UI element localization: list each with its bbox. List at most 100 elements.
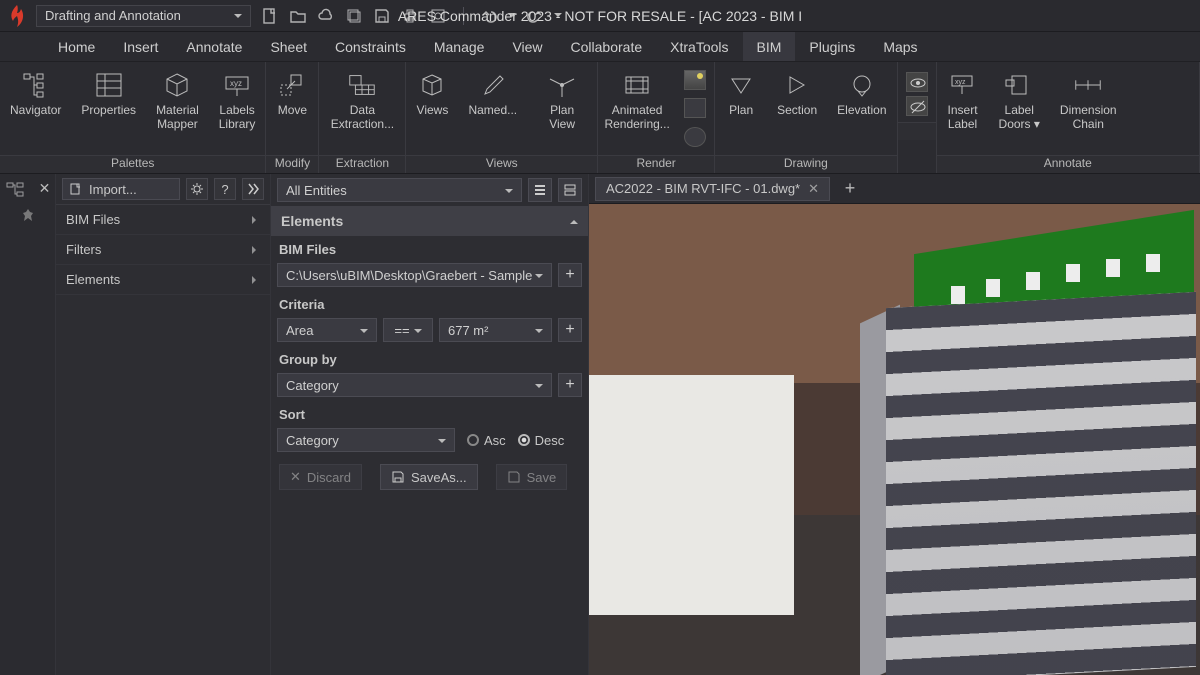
move-icon: [276, 70, 308, 100]
workspace-label: Drafting and Annotation: [45, 8, 181, 23]
ribbon-material-mapper[interactable]: Material Mapper: [146, 62, 209, 155]
ribbon-section[interactable]: Section: [767, 62, 827, 155]
menu-view[interactable]: View: [498, 32, 556, 61]
criteria-field-select[interactable]: Area: [277, 318, 377, 342]
left-rail: ✕: [0, 174, 56, 675]
tree-item-label: Filters: [66, 242, 101, 257]
tree-item-elements[interactable]: Elements: [56, 265, 270, 295]
visibility-on-icon[interactable]: [906, 72, 928, 92]
bimfiles-add-button[interactable]: +: [558, 263, 582, 287]
visibility-off-icon[interactable]: [906, 96, 928, 116]
menu-constraints[interactable]: Constraints: [321, 32, 420, 61]
bimfiles-select[interactable]: C:\Users\uBIM\Desktop\Graebert - Sample: [277, 263, 552, 287]
gear-button[interactable]: [186, 178, 208, 200]
criteria-add-button[interactable]: +: [558, 318, 582, 342]
tree-item-filters[interactable]: Filters: [56, 235, 270, 265]
ribbon-move[interactable]: Move: [266, 62, 318, 155]
ribbon-animated-rendering[interactable]: Animated Rendering...: [598, 62, 676, 155]
cloud-icon[interactable]: [317, 7, 335, 25]
help-button[interactable]: ?: [214, 178, 236, 200]
ribbon-plan-view[interactable]: Plan View: [527, 62, 597, 155]
cube-icon: [161, 70, 193, 100]
pin-icon[interactable]: [21, 208, 35, 222]
redo-dropdown-icon[interactable]: [554, 11, 562, 21]
filter-panel: All Entities Elements BIM Files C:\Users…: [271, 174, 589, 675]
ribbon-elevation[interactable]: Elevation: [827, 62, 896, 155]
undo-dropdown-icon[interactable]: [508, 11, 516, 21]
chevron-down-icon: [234, 8, 242, 23]
criteria-value-select[interactable]: 677 m²: [439, 318, 552, 342]
document-tab[interactable]: AC2022 - BIM RVT-IFC - 01.dwg* ✕: [595, 177, 830, 201]
menu-collaborate[interactable]: Collaborate: [557, 32, 657, 61]
sort-desc-radio[interactable]: Desc: [518, 433, 565, 448]
elements-section-header[interactable]: Elements: [271, 206, 588, 236]
render-material-icon[interactable]: [684, 98, 706, 118]
print-preview-icon[interactable]: [429, 7, 447, 25]
criteria-op-select[interactable]: ==: [383, 318, 433, 342]
ribbon-dimension-chain[interactable]: Dimension Chain: [1050, 62, 1127, 155]
new-icon[interactable]: [261, 7, 279, 25]
list-view-button[interactable]: [528, 178, 552, 202]
sort-asc-radio[interactable]: Asc: [467, 433, 506, 448]
menu-plugins[interactable]: Plugins: [795, 32, 869, 61]
close-panel-icon[interactable]: ✕: [39, 180, 51, 200]
save-button[interactable]: Save: [496, 464, 568, 490]
ribbon-group-render: Animated Rendering... Render: [598, 62, 715, 173]
expand-button[interactable]: [242, 178, 264, 200]
list-icon: [533, 183, 547, 197]
groupby-select[interactable]: Category: [277, 373, 552, 397]
viewport-3d[interactable]: [589, 204, 1200, 675]
ribbon-named[interactable]: Named...: [458, 62, 527, 155]
render-light-icon[interactable]: [684, 70, 706, 90]
save-icon: [507, 470, 521, 484]
card-view-button[interactable]: [558, 178, 582, 202]
ribbon-data-extraction[interactable]: Data Extraction...: [319, 62, 405, 155]
menu-manage[interactable]: Manage: [420, 32, 499, 61]
panel-tree-icon[interactable]: [5, 180, 25, 200]
menu-annotate[interactable]: Annotate: [172, 32, 256, 61]
discard-button[interactable]: ✕ Discard: [279, 464, 362, 490]
tree-item-bim-files[interactable]: BIM Files: [56, 205, 270, 235]
sort-select[interactable]: Category: [277, 428, 455, 452]
save-all-icon[interactable]: [345, 7, 363, 25]
save-icon[interactable]: [373, 7, 391, 25]
document-tabs: AC2022 - BIM RVT-IFC - 01.dwg* ✕ +: [589, 174, 1200, 204]
menu-maps[interactable]: Maps: [869, 32, 931, 61]
saveas-button[interactable]: SaveAs...: [380, 464, 478, 490]
render-sphere-icon[interactable]: [684, 127, 706, 147]
saveas-label: SaveAs...: [411, 470, 467, 485]
ribbon-navigator-label: Navigator: [10, 104, 61, 118]
ribbon-group-label: Drawing: [715, 155, 896, 173]
ribbon-views[interactable]: Views: [406, 62, 458, 155]
menu-sheet[interactable]: Sheet: [256, 32, 321, 61]
undo-icon[interactable]: [480, 7, 498, 25]
menu-xtratools[interactable]: XtraTools: [656, 32, 742, 61]
open-icon[interactable]: [289, 7, 307, 25]
ribbon-navigator[interactable]: Navigator: [0, 62, 71, 155]
scope-select[interactable]: All Entities: [277, 178, 522, 202]
ribbon-group-label: Annotate: [937, 155, 1199, 173]
groupby-add-button[interactable]: +: [558, 373, 582, 397]
menu-insert[interactable]: Insert: [109, 32, 172, 61]
menu-home[interactable]: Home: [44, 32, 109, 61]
menu-bim[interactable]: BIM: [743, 32, 796, 61]
new-tab-button[interactable]: +: [838, 177, 862, 201]
ribbon-data-extraction-label: Data Extraction...: [331, 104, 394, 132]
ribbon-labels-library[interactable]: xyz Labels Library: [209, 62, 266, 155]
print-icon[interactable]: [401, 7, 419, 25]
ribbon-plan[interactable]: Plan: [715, 62, 767, 155]
ribbon-properties[interactable]: Properties: [71, 62, 146, 155]
app-logo[interactable]: [4, 3, 30, 29]
scene-roof-unit: [986, 279, 1000, 297]
ribbon-insert-label[interactable]: xyz Insert Label: [937, 62, 989, 155]
redo-icon[interactable]: [526, 7, 544, 25]
workspace-selector[interactable]: Drafting and Annotation: [36, 5, 251, 27]
triangle-right-icon: [781, 70, 813, 100]
ribbon-label-doors[interactable]: Label Doors ▾: [989, 62, 1050, 155]
scene-roof-unit: [1146, 254, 1160, 272]
close-tab-icon[interactable]: ✕: [808, 181, 819, 197]
import-button[interactable]: Import...: [62, 178, 180, 200]
pen-icon: [477, 70, 509, 100]
film-icon: [621, 70, 653, 100]
chevron-right-icon: [252, 242, 260, 257]
